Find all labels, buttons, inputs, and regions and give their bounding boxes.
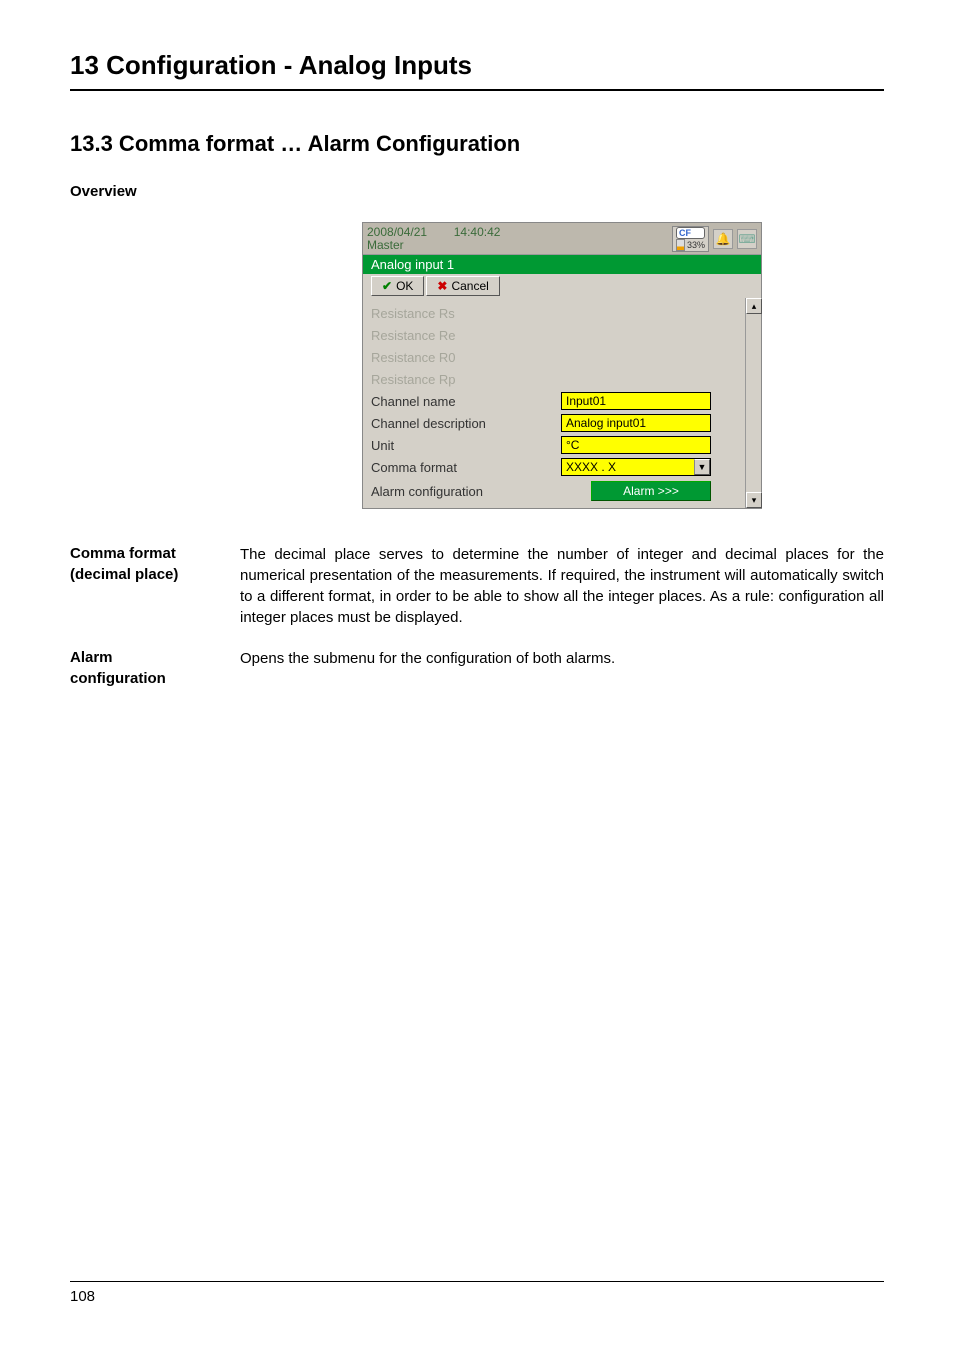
cf-label: CF bbox=[676, 227, 705, 239]
cancel-button[interactable]: ✖ Cancel bbox=[426, 276, 499, 296]
comma-format-label: Comma format bbox=[371, 460, 561, 475]
resistance-r0-label: Resistance R0 bbox=[371, 350, 561, 365]
alarm-config-label: Alarm configuration bbox=[371, 484, 561, 499]
overview-label: Overview bbox=[70, 182, 240, 202]
ok-button-label: OK bbox=[396, 279, 413, 293]
alarm-config-side-label: Alarm configuration bbox=[70, 648, 240, 689]
form-body: Resistance Rs Resistance Re Resistance R… bbox=[363, 298, 761, 508]
bell-icon[interactable]: 🔔 bbox=[713, 229, 733, 249]
dialog-button-row: ✔ OK ✖ Cancel bbox=[363, 274, 761, 298]
dialog-titlebar: 2008/04/21 14:40:42 Master CF 33% 🔔 ⌨ bbox=[363, 223, 761, 255]
x-icon: ✖ bbox=[437, 279, 447, 293]
cancel-button-label: Cancel bbox=[451, 279, 488, 293]
resistance-rp-label: Resistance Rp bbox=[371, 372, 561, 387]
unit-label: Unit bbox=[371, 438, 561, 453]
cf-bar-icon bbox=[676, 239, 685, 251]
chapter-title: 13 Configuration - Analog Inputs bbox=[70, 50, 884, 91]
ok-button[interactable]: ✔ OK bbox=[371, 276, 424, 296]
titlebar-master: Master bbox=[367, 239, 666, 252]
comma-format-description: The decimal place serves to determine th… bbox=[240, 544, 884, 628]
alarm-config-button[interactable]: Alarm >>> bbox=[591, 481, 711, 501]
cf-storage-badge: CF 33% bbox=[672, 226, 709, 252]
section-title: 13.3 Comma format … Alarm Configuration bbox=[0, 131, 954, 157]
alarm-config-description: Opens the submenu for the configuration … bbox=[240, 648, 615, 689]
comma-format-side-label: Comma format (decimal place) bbox=[70, 544, 240, 628]
channel-desc-input[interactable]: Analog input01 bbox=[561, 414, 711, 432]
scrollbar[interactable]: ▴ ▾ bbox=[745, 298, 761, 508]
scroll-up-icon[interactable]: ▴ bbox=[746, 298, 762, 314]
dialog-tab[interactable]: Analog input 1 bbox=[363, 255, 761, 274]
config-dialog-window: 2008/04/21 14:40:42 Master CF 33% 🔔 ⌨ bbox=[362, 222, 762, 509]
chevron-down-icon[interactable]: ▼ bbox=[694, 459, 710, 475]
check-icon: ✔ bbox=[382, 279, 392, 293]
comma-format-value: XXXX . X bbox=[562, 459, 694, 475]
channel-name-label: Channel name bbox=[371, 394, 561, 409]
cf-percent: 33% bbox=[687, 240, 705, 250]
comma-format-select[interactable]: XXXX . X ▼ bbox=[561, 458, 711, 476]
unit-input[interactable]: °C bbox=[561, 436, 711, 454]
keyboard-icon[interactable]: ⌨ bbox=[737, 229, 757, 249]
resistance-rs-label: Resistance Rs bbox=[371, 306, 561, 321]
titlebar-date: 2008/04/21 bbox=[367, 225, 427, 239]
channel-name-input[interactable]: Input01 bbox=[561, 392, 711, 410]
scroll-down-icon[interactable]: ▾ bbox=[746, 492, 762, 508]
titlebar-time: 14:40:42 bbox=[454, 225, 501, 239]
page-number: 108 bbox=[70, 1288, 95, 1305]
channel-desc-label: Channel description bbox=[371, 416, 561, 431]
resistance-re-label: Resistance Re bbox=[371, 328, 561, 343]
